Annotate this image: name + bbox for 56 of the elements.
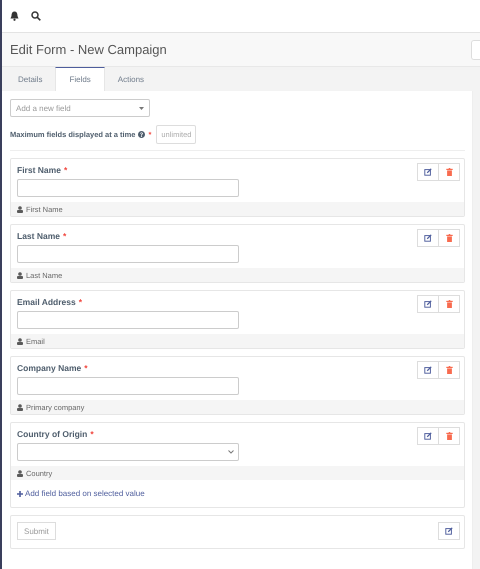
dropdown-placeholder: Add a new field [16, 104, 71, 112]
text-field[interactable] [17, 245, 239, 263]
edit-icon [424, 366, 432, 374]
page-title: Edit Form - New Campaign [10, 42, 167, 57]
trash-icon [446, 234, 452, 242]
edit-button[interactable] [438, 522, 460, 540]
delete-button[interactable] [438, 229, 460, 247]
user-icon [17, 338, 23, 344]
field-label: Last Name [17, 231, 60, 241]
add-field-link[interactable]: Add field based on selected value [25, 489, 145, 498]
tab[interactable]: Actions [104, 67, 158, 91]
edit-icon [424, 234, 432, 242]
required-mark: * [78, 297, 82, 307]
tab[interactable]: Fields [55, 67, 105, 91]
edit-icon [445, 527, 453, 535]
required-mark: * [63, 231, 66, 241]
search-icon[interactable] [31, 11, 41, 21]
edit-icon [424, 168, 432, 176]
text-field[interactable] [17, 377, 239, 395]
add-field-dropdown[interactable]: Add a new field [10, 99, 150, 117]
chevron-icon [228, 450, 234, 454]
trash-icon [446, 432, 452, 440]
field-label: Email Address [17, 297, 76, 307]
trash-icon [446, 366, 452, 374]
required-mark: * [90, 429, 94, 439]
caret-icon [139, 106, 144, 110]
field-label: First Name [17, 165, 61, 175]
user-icon [17, 470, 23, 476]
plus-icon [17, 490, 23, 496]
bell-icon[interactable] [10, 11, 19, 21]
edit-button[interactable] [417, 427, 439, 445]
required-mark: * [84, 363, 88, 373]
field-label: Company Name [17, 363, 82, 373]
trash-icon [446, 300, 452, 308]
edit-button[interactable] [417, 229, 439, 247]
text-field[interactable] [17, 179, 239, 197]
edit-icon [424, 432, 432, 440]
user-icon [17, 272, 23, 278]
tab[interactable]: Details [5, 67, 56, 91]
delete-button[interactable] [438, 427, 460, 445]
help-icon [138, 131, 146, 138]
required-mark: * [64, 165, 68, 175]
user-icon [17, 206, 23, 212]
delete-button[interactable] [438, 295, 460, 313]
select-field[interactable] [17, 443, 239, 461]
edit-button[interactable] [417, 163, 439, 181]
delete-button[interactable] [438, 361, 460, 379]
trash-icon [446, 168, 452, 176]
edit-button[interactable] [417, 295, 439, 313]
user-icon [17, 404, 23, 410]
submit-button[interactable]: Submit [17, 522, 56, 540]
edit-button[interactable] [417, 361, 439, 379]
field-label: Country of Origin [17, 429, 88, 439]
text-field[interactable] [17, 311, 239, 329]
edit-icon [424, 300, 432, 308]
delete-button[interactable] [438, 163, 460, 181]
